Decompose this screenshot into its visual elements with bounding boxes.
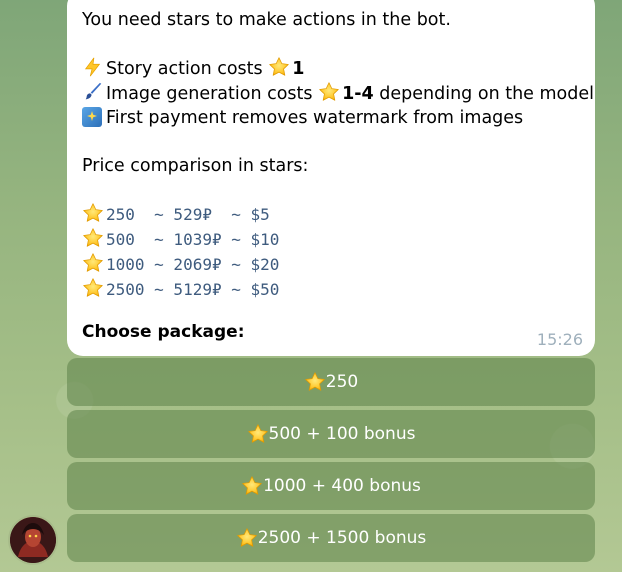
price-row: 250 ~ 529₽ ~ $5 [82, 202, 581, 227]
star-icon [247, 423, 269, 445]
package-button-500[interactable]: 500 + 100 bonus [67, 410, 595, 458]
price-row: 2500 ~ 5129₽ ~ $50 [82, 277, 581, 302]
image-cost-text: Image generation costs [106, 84, 319, 104]
price-row: 1000 ~ 2069₽ ~ $20 [82, 252, 581, 277]
star-icon [82, 202, 104, 224]
paintbrush-icon [82, 81, 104, 103]
package-button-1000[interactable]: 1000 + 400 bonus [67, 462, 595, 510]
price-row-text: 500 ~ 1039₽ ~ $10 [106, 230, 280, 249]
story-cost-value: 1 [292, 59, 305, 79]
payment-line: First payment removes watermark from ima… [82, 106, 581, 130]
star-icon [236, 527, 258, 549]
star-icon [304, 371, 326, 393]
image-cost-line: Image generation costs 1-4 depending on … [82, 81, 594, 106]
package-button-label: 2500 + 1500 bonus [257, 528, 427, 548]
package-button-label: 500 + 100 bonus [268, 424, 416, 444]
price-row-text: 2500 ~ 5129₽ ~ $50 [106, 280, 280, 299]
package-button-label: 250 [325, 372, 359, 392]
star-icon [82, 252, 104, 274]
star-icon [82, 227, 104, 249]
bot-avatar[interactable] [10, 517, 56, 563]
price-row-text: 250 ~ 529₽ ~ $5 [106, 205, 270, 224]
star-icon [82, 277, 104, 299]
lightning-icon [82, 56, 104, 78]
star-icon [241, 475, 263, 497]
price-row-text: 1000 ~ 2069₽ ~ $20 [106, 255, 280, 274]
image-cost-value: 1-4 [342, 84, 374, 104]
sparkle-image-icon [82, 107, 102, 127]
message-time: 15:26 [536, 330, 583, 349]
package-button-label: 1000 + 400 bonus [263, 476, 421, 496]
comparison-title: Price comparison in stars: [82, 156, 309, 176]
package-button-2500[interactable]: 2500 + 1500 bonus [67, 514, 595, 562]
package-button-250[interactable]: 250 [67, 358, 595, 406]
image-cost-suffix: depending on the model [373, 84, 594, 104]
choose-package-label: Choose package: [82, 322, 245, 342]
star-icon [268, 56, 290, 78]
message-bubble: You need stars to make actions in the bo… [67, 0, 595, 356]
payment-text: First payment removes watermark from ima… [106, 108, 524, 128]
intro-text: You need stars to make actions in the bo… [82, 10, 451, 30]
avatar-image [10, 517, 56, 563]
star-icon [318, 81, 340, 103]
story-cost-text: Story action costs [106, 59, 269, 79]
story-cost-line: Story action costs 1 [82, 56, 581, 81]
price-row: 500 ~ 1039₽ ~ $10 [82, 227, 581, 252]
